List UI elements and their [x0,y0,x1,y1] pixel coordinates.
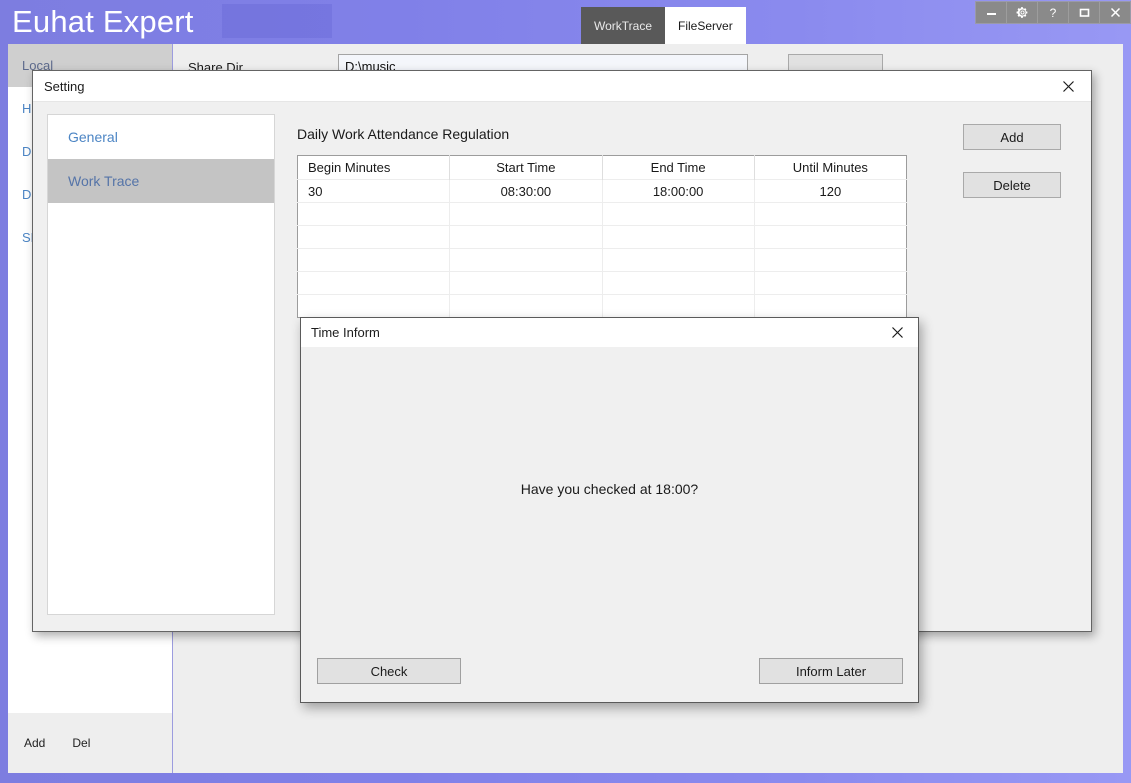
table-row[interactable]: 30 08:30:00 18:00:00 120 [297,179,907,203]
maximize-icon[interactable] [1069,2,1100,23]
regulation-table-head: Begin Minutes Start Time End Time Until … [297,155,907,180]
table-header-row: Begin Minutes Start Time End Time Until … [297,155,907,180]
cell-end-time[interactable] [602,294,755,318]
cell-until-minutes[interactable] [754,202,907,226]
cell-begin-minutes[interactable]: 30 [297,179,451,203]
setting-dialog-close-icon[interactable] [1046,71,1091,101]
time-inform-titlebar: Time Inform [301,318,918,347]
gear-icon[interactable] [1007,2,1038,23]
column-header-start-time[interactable]: Start Time [449,155,603,180]
add-button[interactable]: Add [963,124,1061,150]
minimize-icon[interactable] [976,2,1007,23]
cell-begin-minutes[interactable] [297,202,451,226]
help-icon[interactable]: ? [1038,2,1069,23]
cell-until-minutes[interactable] [754,225,907,249]
setting-nav-work-trace[interactable]: Work Trace [48,159,274,203]
cell-begin-minutes[interactable] [297,248,451,272]
column-header-until-minutes[interactable]: Until Minutes [754,156,906,180]
cell-begin-minutes[interactable] [297,225,451,249]
table-row[interactable] [297,225,907,249]
cell-end-time[interactable] [602,248,755,272]
title-bar: Euhat Expert WorkTrace FileServer ? [0,0,1131,44]
setting-dialog-titlebar: Setting [33,71,1091,102]
sidebar-footer: Add Del [8,713,172,773]
cell-start-time[interactable] [449,248,603,272]
setting-dialog-action-buttons: Add Delete [963,124,1063,220]
check-button[interactable]: Check [317,658,461,684]
tab-fileserver[interactable]: FileServer [665,7,746,44]
setting-dialog-body: Daily Work Attendance Regulation Begin M… [297,126,1077,318]
table-row[interactable] [297,202,907,226]
tab-strip: WorkTrace FileServer [581,7,746,44]
column-header-end-time[interactable]: End Time [602,155,755,180]
regulation-table-body: 30 08:30:00 18:00:00 120 [297,179,907,318]
setting-dialog-nav: General Work Trace [47,114,275,615]
table-row[interactable] [297,271,907,295]
cell-end-time[interactable]: 18:00:00 [602,179,755,203]
cell-start-time[interactable] [449,202,603,226]
app-title: Euhat Expert [12,4,194,39]
table-row[interactable] [297,248,907,272]
cell-start-time[interactable] [449,271,603,295]
cell-end-time[interactable] [602,271,755,295]
cell-start-time[interactable] [449,294,603,318]
time-inform-close-icon[interactable] [876,318,918,346]
table-row[interactable] [297,294,907,318]
cell-end-time[interactable] [602,202,755,226]
cell-until-minutes[interactable]: 120 [754,179,907,203]
window-controls: ? [975,1,1131,24]
cell-start-time[interactable]: 08:30:00 [449,179,603,203]
cell-end-time[interactable] [602,225,755,249]
regulation-table: Begin Minutes Start Time End Time Until … [297,155,907,318]
cell-begin-minutes[interactable] [297,271,451,295]
close-icon[interactable] [1100,2,1130,23]
cell-start-time[interactable] [449,225,603,249]
cell-until-minutes[interactable] [754,248,907,272]
setting-dialog-title: Setting [44,79,85,94]
time-inform-title: Time Inform [311,325,380,340]
delete-button[interactable]: Delete [963,172,1061,198]
cell-begin-minutes[interactable] [297,294,451,318]
column-header-begin-minutes[interactable]: Begin Minutes [297,155,451,180]
inform-later-button[interactable]: Inform Later [759,658,903,684]
sidebar-del-link[interactable]: Del [72,736,90,750]
cell-until-minutes[interactable] [754,294,907,318]
title-bar-panel [222,4,332,38]
regulation-section-title: Daily Work Attendance Regulation [297,126,510,142]
cell-until-minutes[interactable] [754,271,907,295]
time-inform-message: Have you checked at 18:00? [520,481,699,497]
tab-worktrace[interactable]: WorkTrace [581,7,666,44]
time-inform-dialog: Time Inform Have you checked at 18:00? C… [300,317,919,703]
setting-nav-general[interactable]: General [48,115,274,159]
sidebar-add-link[interactable]: Add [24,736,45,750]
